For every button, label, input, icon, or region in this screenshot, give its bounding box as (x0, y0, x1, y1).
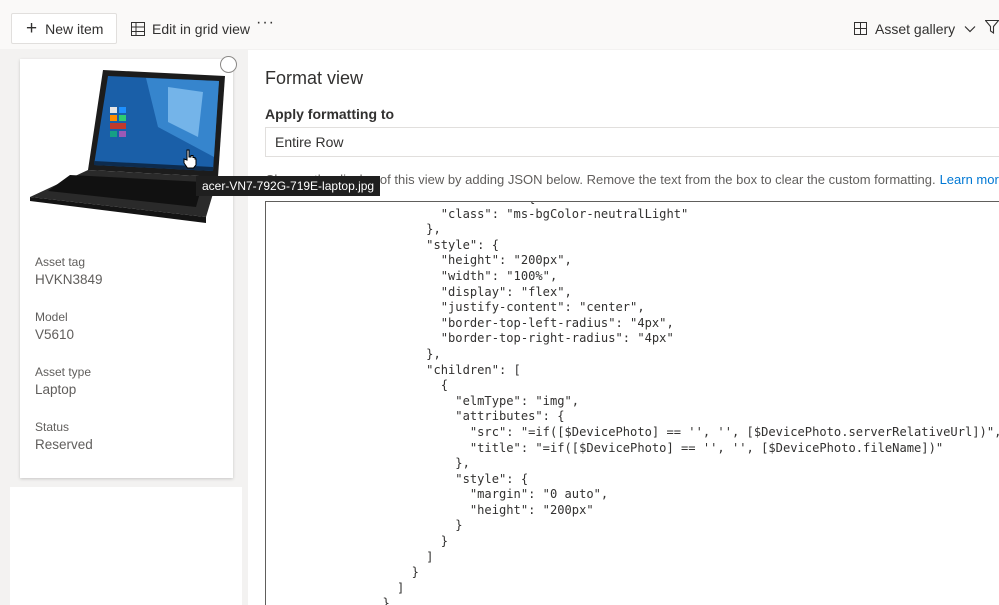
view-name: Asset gallery (875, 20, 956, 37)
status-value: Reserved (35, 437, 93, 452)
code-line: }, (266, 456, 470, 471)
gallery-grid-icon (854, 22, 867, 35)
code-line: "justify-content": "center", (266, 300, 645, 315)
status-label: Status (35, 420, 70, 434)
chevron-down-icon (964, 25, 976, 32)
code-line: "children": [ (266, 362, 521, 377)
code-line: ] (266, 549, 434, 564)
code-line: { (266, 378, 449, 393)
code-line: }, (266, 346, 441, 361)
command-bar: + New item Edit in grid view ··· Asset g… (0, 0, 999, 50)
code-line: } (266, 596, 390, 605)
new-item-label: New item (45, 20, 104, 37)
gallery-next-card[interactable] (10, 487, 242, 605)
code-line: "attributes": { (266, 409, 565, 424)
filter-icon[interactable] (985, 20, 999, 34)
code-line: "elmType": "img", (266, 393, 580, 408)
code-line: } (266, 565, 419, 580)
asset-type-value: Laptop (35, 382, 77, 397)
apply-formatting-dropdown[interactable]: Entire Row (265, 127, 999, 157)
new-item-button[interactable]: + New item (11, 13, 117, 44)
plus-icon: + (26, 18, 38, 39)
code-line: "margin": "0 auto", (266, 487, 609, 502)
code-line: "display": "flex", (266, 284, 572, 299)
code-line: "width": "100%", (266, 268, 558, 283)
learn-more-link[interactable]: Learn more (940, 172, 999, 187)
code-line: } (266, 534, 449, 549)
grid-table-icon (131, 21, 145, 36)
code-line: ] (266, 580, 405, 595)
more-options-button[interactable]: ··· (256, 14, 275, 32)
format-view-panel: Format view Apply formatting to Entire R… (248, 50, 999, 605)
code-line: "title": "=if([$DevicePhoto] == '', '', … (266, 440, 944, 455)
panel-title: Format view (265, 68, 364, 88)
apply-formatting-label: Apply formatting to (265, 106, 395, 122)
json-editor[interactable]: "attributes": { "class": "ms-bgColor-neu… (265, 201, 999, 605)
code-line: "height": "200px", (266, 253, 572, 268)
code-line: "style": { (266, 471, 529, 486)
hand-cursor-icon (183, 149, 197, 169)
code-line: } (266, 518, 463, 533)
view-switcher-dropdown[interactable]: Asset gallery (854, 13, 976, 44)
model-label: Model (35, 310, 68, 324)
code-line: "style": { (266, 237, 499, 252)
code-line: "src": "=if([$DevicePhoto] == '', '', [$… (266, 424, 999, 439)
laptop-photo[interactable] (28, 67, 228, 229)
image-filename-tooltip: acer-VN7-792G-719E-laptop.jpg (196, 176, 381, 196)
asset-card[interactable]: Asset tag HVKN3849 Model V5610 Asset typ… (20, 56, 237, 478)
code-line: "height": "200px" (266, 502, 594, 517)
edit-grid-view-button[interactable]: Edit in grid view (131, 13, 250, 44)
code-line: "border-top-right-radius": "4px" (266, 331, 674, 346)
code-line: }, (266, 222, 441, 237)
code-line: "class": "ms-bgColor-neutralLight" (266, 206, 689, 221)
edit-grid-view-label: Edit in grid view (152, 20, 251, 37)
code-line: "border-top-left-radius": "4px", (266, 315, 674, 330)
asset-type-label: Asset type (35, 365, 92, 379)
model-value: V5610 (35, 327, 75, 342)
asset-tag-value: HVKN3849 (35, 272, 103, 287)
json-code: "attributes": { "class": "ms-bgColor-neu… (266, 202, 999, 605)
asset-tag-label: Asset tag (35, 255, 86, 269)
